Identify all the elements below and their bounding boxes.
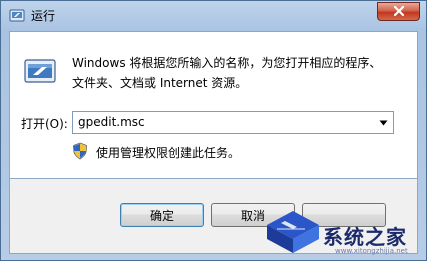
description-line: Windows 将根据您所输入的名称，为您打开相应的程序、 — [72, 56, 382, 70]
open-input[interactable]: gpedit.msc — [78, 115, 145, 129]
open-combobox[interactable]: gpedit.msc — [72, 111, 394, 134]
dialog-body: Windows 将根据您所输入的名称，为您打开相应的程序、 文件夹、文档或 In… — [9, 31, 418, 179]
run-app-icon — [9, 8, 25, 22]
watermark-logo: 系统之家 www.xitongzhijia.net — [263, 205, 423, 257]
admin-note: 使用管理权限创建此任务。 — [96, 146, 241, 160]
chevron-down-icon[interactable] — [376, 113, 391, 132]
run-dialog-window: 运行 Windows 将根据您所输入的名称，为您打开相应的程序、 文件夹、文档或… — [0, 0, 427, 261]
run-app-icon — [24, 58, 56, 86]
window-title: 运行 — [31, 9, 56, 23]
watermark-brand: 系统之家 — [323, 225, 407, 249]
close-button[interactable] — [377, 2, 420, 21]
watermark-url: www.xitongzhijia.net — [335, 247, 408, 255]
description-line: 文件夹、文档或 Internet 资源。 — [72, 76, 248, 90]
open-label: 打开(O): — [21, 117, 68, 131]
ok-button[interactable]: 确定 — [120, 203, 204, 227]
title-bar[interactable]: 运行 — [1, 1, 426, 31]
dialog-description: Windows 将根据您所输入的名称，为您打开相应的程序、 文件夹、文档或 In… — [72, 53, 412, 93]
uac-shield-icon — [72, 142, 88, 160]
close-icon — [392, 2, 406, 21]
